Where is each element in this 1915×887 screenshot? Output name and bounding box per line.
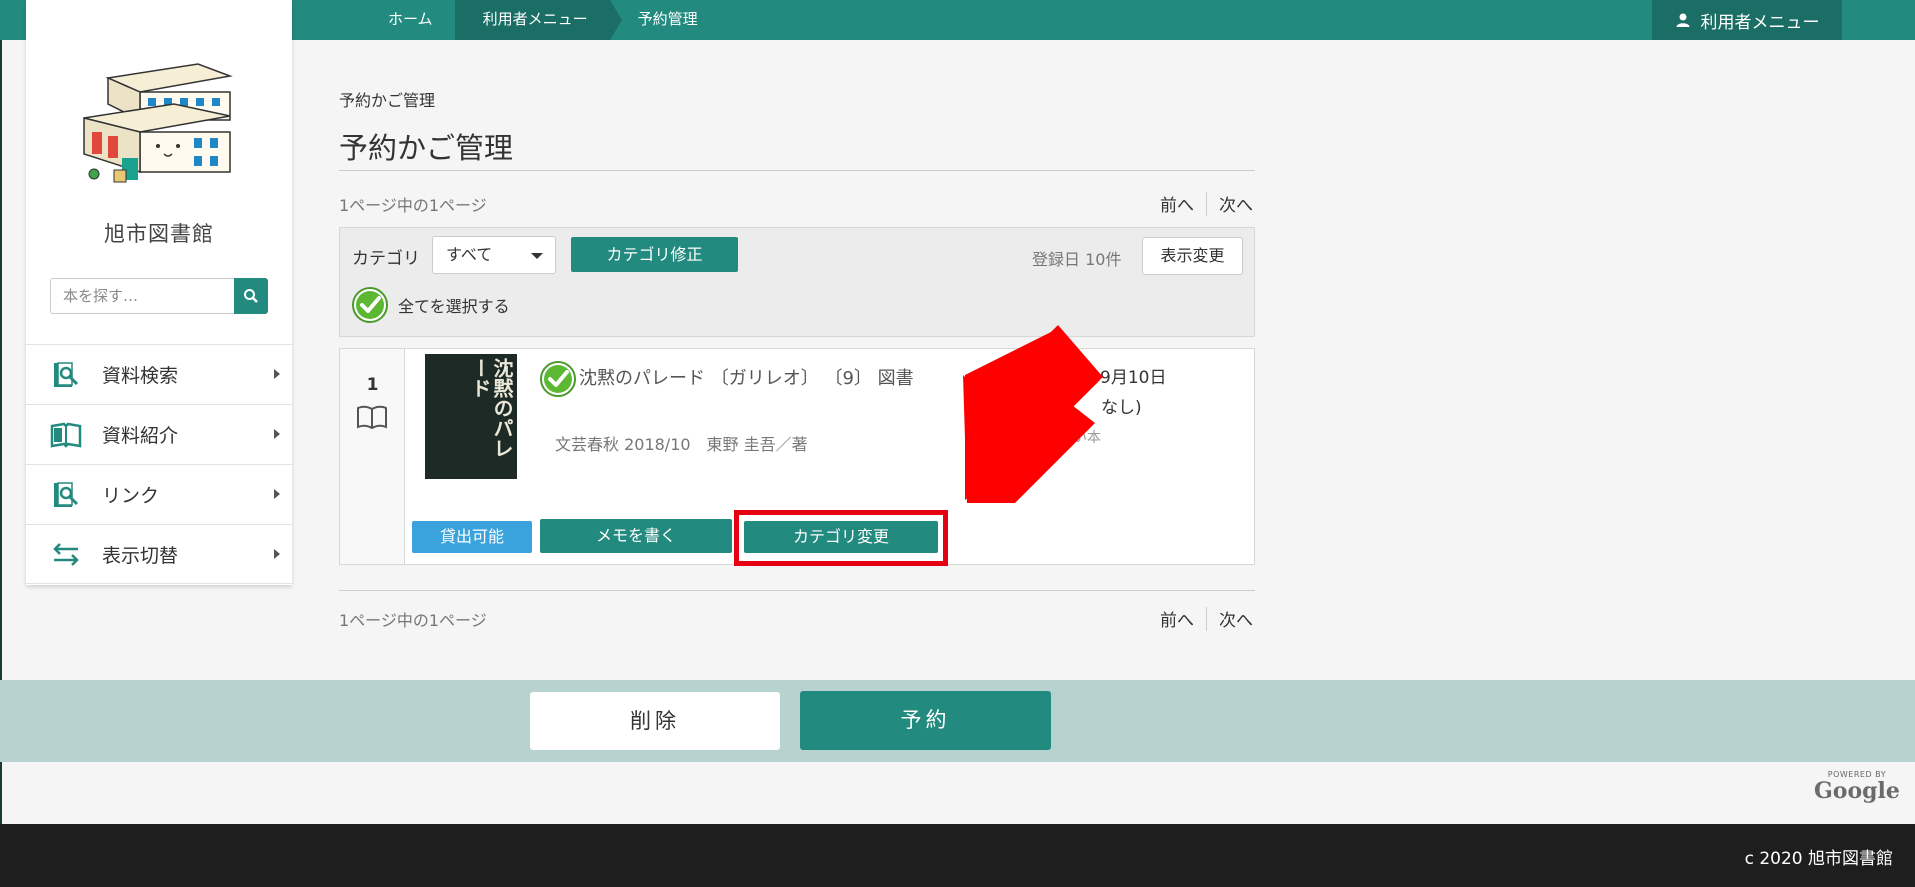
library-name: 旭市図書館 <box>104 222 214 246</box>
sidebar-menu: 資料検索 資料紹介 リンク 表示切替 <box>26 344 292 584</box>
book-cover[interactable]: 沈黙のパレード <box>425 354 517 479</box>
google-badge: POWERED BY Google <box>1814 770 1900 803</box>
user-menu-label: 利用者メニュー <box>1700 12 1820 33</box>
search-button[interactable] <box>234 278 268 314</box>
page-info-bottom: 1ページ中の1ページ <box>339 611 487 630</box>
pager-bottom: 前へ 次へ <box>1160 606 1253 631</box>
sidebar-item-label: 表示切替 <box>102 544 179 567</box>
chevron-right-icon <box>274 549 280 559</box>
sidebar-item-links[interactable]: リンク <box>26 464 292 524</box>
breadcrumb-reservation: 予約管理 <box>637 10 698 28</box>
reserve-button[interactable]: 予約 <box>800 691 1051 750</box>
copyright: c 2020 旭市図書館 <box>1744 849 1893 869</box>
pager-top: 前へ 次へ <box>1160 191 1253 216</box>
item-number: 1 <box>366 375 379 395</box>
search-input[interactable] <box>50 278 234 314</box>
footer: c 2020 旭市図書館 <box>0 824 1915 887</box>
category-label: カテゴリ <box>352 249 420 269</box>
view-change-button[interactable]: 表示変更 <box>1142 237 1243 275</box>
pager-divider <box>1206 191 1207 216</box>
page-info-top: 1ページ中の1ページ <box>339 196 487 215</box>
sidebar-item-label: リンク <box>102 485 160 507</box>
prev-link[interactable]: 前へ <box>1160 606 1194 631</box>
item-number-column: 1 <box>340 349 405 564</box>
chevron-right-icon <box>274 429 280 439</box>
sidebar-item-introduction[interactable]: 資料紹介 <box>26 404 292 464</box>
pager-divider <box>1206 606 1207 631</box>
select-all-toggle[interactable]: 全てを選択する <box>352 287 510 323</box>
google-logo: Google <box>1814 778 1900 804</box>
cover-title: 沈黙のパレード <box>468 358 514 458</box>
registration-count: 登録日 10件 <box>1032 250 1122 269</box>
annotation-highlight <box>734 510 948 566</box>
sidebar-item-label: 資料検索 <box>102 365 179 387</box>
breadcrumb-user-menu[interactable]: 利用者メニュー <box>454 0 622 40</box>
user-icon <box>1676 13 1689 27</box>
next-link[interactable]: 次へ <box>1219 191 1253 216</box>
book-search-icon <box>50 359 82 391</box>
caret-down-icon <box>531 253 543 259</box>
delete-button[interactable]: 削除 <box>530 692 780 750</box>
switch-arrows-icon <box>50 538 82 570</box>
next-link[interactable]: 次へ <box>1219 606 1253 631</box>
chevron-right-icon <box>274 489 280 499</box>
book-icon <box>357 405 387 430</box>
category-select[interactable]: すべて <box>432 236 556 274</box>
filter-panel: カテゴリ すべて カテゴリ修正 登録日 10件 表示変更 全てを選択する <box>339 227 1255 337</box>
status-badge: 貸出可能 <box>412 521 532 553</box>
category-select-value: すべて <box>446 245 493 264</box>
sidebar-item-search[interactable]: 資料検索 <box>26 344 292 404</box>
select-all-label: 全てを選択する <box>398 297 510 316</box>
divider <box>339 590 1255 591</box>
search-icon <box>244 289 258 303</box>
prev-link[interactable]: 前へ <box>1160 191 1194 216</box>
check-circle-icon <box>352 287 388 323</box>
page-title: 予約かご管理 <box>339 131 514 165</box>
breadcrumb-home[interactable]: ホーム <box>360 0 455 40</box>
item-publisher: 文芸春秋 2018/10 東野 圭吾／著 <box>555 435 808 454</box>
divider <box>339 170 1255 171</box>
chevron-right-icon <box>274 369 280 379</box>
user-menu-button[interactable]: 利用者メニュー <box>1652 0 1842 40</box>
category-edit-button[interactable]: カテゴリ修正 <box>571 237 738 272</box>
page-breadcrumb: 予約かご管理 <box>339 91 436 110</box>
sidebar: 旭市図書館 資料検索 資料紹介 リンク <box>26 0 292 585</box>
sidebar-item-display-switch[interactable]: 表示切替 <box>26 524 292 584</box>
link-search-icon <box>50 479 82 511</box>
library-logo[interactable] <box>78 58 238 193</box>
breadcrumb: ホーム 利用者メニュー 予約管理 <box>360 0 720 40</box>
search-form <box>50 278 268 314</box>
sidebar-item-label: 資料紹介 <box>102 425 179 447</box>
annotation-arrow <box>963 325 1103 503</box>
item-title-link[interactable]: 沈黙のパレード 〔ガリレオ〕 〔9〕 図書 <box>555 365 960 393</box>
write-memo-button[interactable]: メモを書く <box>540 519 732 553</box>
open-book-icon <box>50 419 82 451</box>
action-bar: 削除 予約 <box>0 680 1915 762</box>
